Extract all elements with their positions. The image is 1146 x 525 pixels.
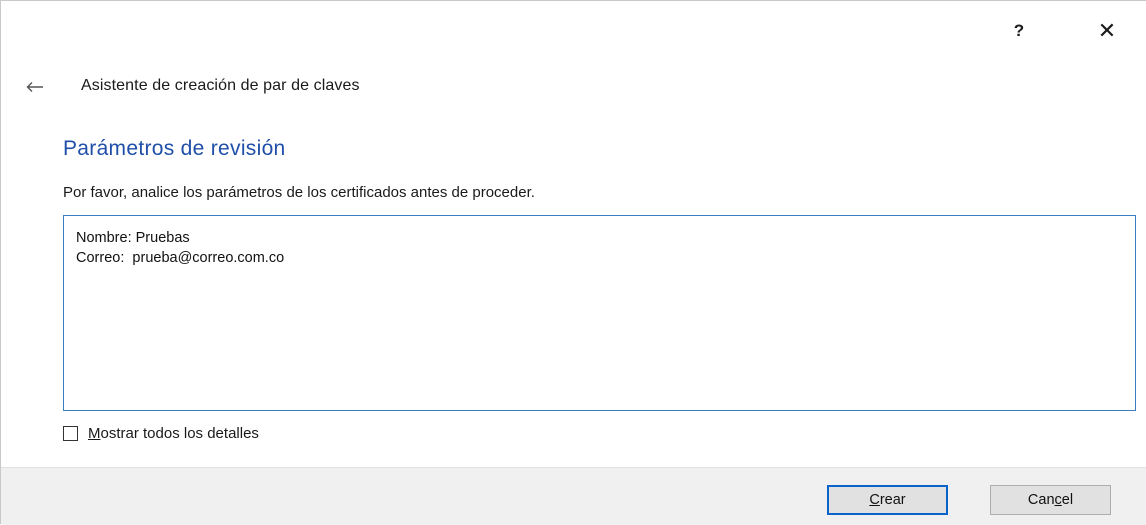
close-icon: ✕ — [1097, 18, 1117, 43]
close-button[interactable]: ✕ — [1089, 15, 1125, 47]
footer-bar — [1, 467, 1146, 525]
wizard-title: Asistente de creación de par de claves — [81, 77, 360, 94]
param-value: Pruebas — [135, 230, 190, 246]
accelerator-key: M — [88, 425, 101, 442]
back-button[interactable] — [23, 75, 47, 99]
param-row-email: Correo: prueba@correo.com.co — [76, 248, 1123, 268]
cancel-button[interactable]: Can c el — [990, 485, 1111, 515]
back-arrow-icon — [26, 82, 43, 92]
param-row-name: Nombre: Pruebas — [76, 228, 1123, 248]
help-button[interactable]: ? — [1001, 15, 1037, 47]
show-details-label[interactable]: Mostrar todos los detalles — [88, 425, 259, 442]
help-icon: ? — [1013, 21, 1025, 40]
create-button[interactable]: Crear — [827, 485, 948, 515]
button-text: rear — [879, 492, 906, 508]
label-text: ostrar todos los detalles — [100, 425, 259, 442]
key-pair-wizard-dialog: ? ✕ Asistente de creación de par de clav… — [0, 0, 1146, 525]
param-label: Correo: — [76, 250, 125, 266]
show-details-checkbox[interactable] — [63, 426, 78, 441]
parameters-textbox[interactable]: Nombre: Pruebas Correo: prueba@correo.co… — [63, 215, 1136, 411]
show-details-checkbox-row[interactable]: Mostrar todos los detalles — [63, 425, 259, 442]
param-label: Nombre: — [76, 230, 132, 246]
instruction-text: Por favor, analice los parámetros de los… — [63, 184, 535, 201]
param-value: prueba@correo.com.co — [132, 250, 285, 266]
button-text: Can — [1027, 492, 1055, 508]
accelerator-key: c — [1054, 492, 1062, 508]
section-title: Parámetros de revisión — [63, 137, 286, 160]
button-text: el — [1061, 492, 1074, 508]
accelerator-key: C — [869, 492, 880, 508]
